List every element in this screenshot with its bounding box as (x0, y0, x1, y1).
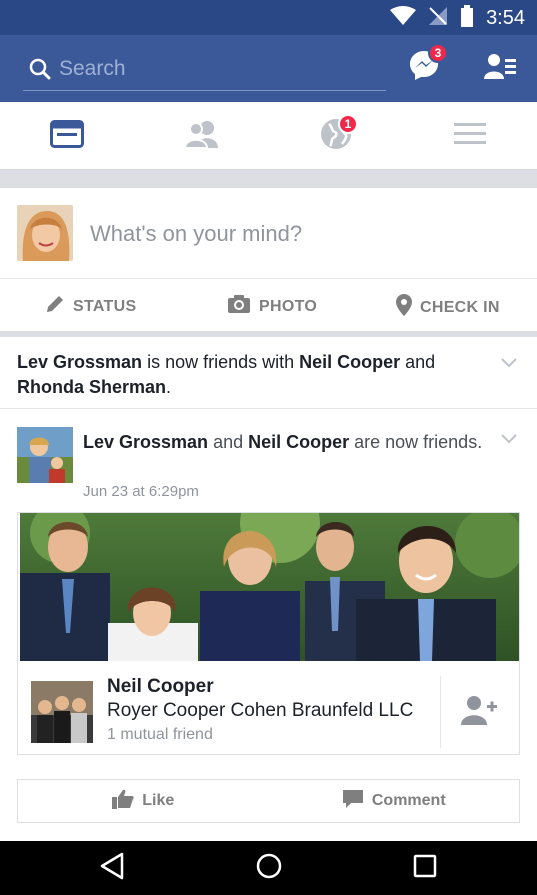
status-label: STATUS (73, 297, 137, 315)
search-input[interactable]: Search (23, 47, 386, 91)
post-timestamp[interactable]: Jun 23 at 6:29pm (83, 483, 199, 500)
clock: 3:54 (486, 6, 525, 29)
feed-story[interactable]: Lev Grossman is now friends with Neil Co… (0, 337, 537, 409)
location-pin-icon (396, 294, 412, 321)
search-placeholder: Search (59, 56, 126, 80)
status-composer-input[interactable]: What's on your mind? (90, 221, 302, 247)
post-connector: are now friends. (349, 432, 483, 452)
friend-name[interactable]: Neil Cooper (299, 352, 400, 372)
story-connector: is now friends with (142, 352, 300, 372)
mutual-friends[interactable]: 1 mutual friend (107, 726, 213, 744)
post-actions: Like Comment (17, 779, 520, 823)
thumbs-up-icon (112, 789, 134, 814)
add-friend-icon (461, 696, 497, 729)
home-button[interactable] (252, 851, 286, 885)
actor-name[interactable]: Lev Grossman (83, 432, 208, 452)
tab-menu[interactable] (450, 116, 490, 156)
back-icon (99, 852, 125, 885)
messenger-badge: 3 (428, 43, 448, 63)
hamburger-icon (454, 122, 486, 151)
status-button[interactable]: STATUS (45, 294, 136, 319)
wifi-icon (390, 5, 417, 31)
post-connector: and (208, 432, 249, 452)
like-label: Like (142, 792, 175, 809)
friends-icon (183, 120, 220, 153)
notifications-badge: 1 (338, 114, 358, 134)
check-in-button[interactable]: CHECK IN (396, 294, 500, 321)
chevron-down-icon[interactable] (501, 355, 517, 368)
avatar (17, 205, 73, 261)
actor-name[interactable]: Lev Grossman (17, 352, 142, 372)
avatar[interactable] (17, 427, 73, 483)
friend-requests-icon (484, 54, 516, 85)
composer-divider (0, 278, 537, 279)
system-nav-bar (0, 841, 537, 895)
recents-button[interactable] (408, 851, 442, 885)
friend-card[interactable]: Neil Cooper Royer Cooper Cohen Braunfeld… (17, 512, 520, 755)
photo-label: PHOTO (259, 297, 318, 315)
recents-icon (413, 854, 437, 883)
cover-photo[interactable] (20, 513, 519, 661)
news-feed-icon (50, 119, 84, 153)
signal-off-icon (428, 6, 448, 31)
friend-workplace: Royer Cooper Cohen Braunfeld LLC (107, 700, 414, 721)
status-bar: 3:54 (0, 0, 537, 35)
friend-thumbnail[interactable] (31, 681, 93, 743)
card-divider (440, 676, 441, 748)
nav-tabs: 1 (0, 102, 537, 170)
photo-button[interactable]: PHOTO (227, 294, 317, 319)
comment-label: Comment (371, 792, 446, 809)
post-text: Lev Grossman and Neil Cooper are now fri… (83, 430, 483, 455)
section-divider (0, 170, 537, 188)
story-text: Lev Grossman is now friends with Neil Co… (17, 350, 477, 400)
top-bar: Search 3 (0, 35, 537, 102)
add-friend-button[interactable] (461, 695, 497, 727)
story-connector: . (166, 377, 172, 397)
friend-requests-button[interactable] (484, 53, 516, 83)
back-button[interactable] (95, 851, 129, 885)
friend-name[interactable]: Neil Cooper (248, 432, 349, 452)
home-icon (255, 852, 283, 885)
composer: What's on your mind? STATUS PHOTO CHECK … (0, 188, 537, 331)
like-button[interactable]: Like (18, 780, 269, 822)
check-in-label: CHECK IN (420, 298, 500, 316)
messenger-button[interactable]: 3 (408, 43, 448, 85)
tab-news-feed[interactable] (47, 116, 87, 156)
messenger-icon (408, 51, 440, 85)
pencil-icon (45, 294, 65, 319)
comment-icon (342, 789, 364, 814)
friend-name[interactable]: Neil Cooper (107, 676, 214, 698)
feed-post: Lev Grossman and Neil Cooper are now fri… (0, 409, 537, 841)
comment-button[interactable]: Comment (269, 780, 520, 822)
camera-icon (227, 294, 251, 319)
friend-name[interactable]: Rhonda Sherman (17, 377, 166, 397)
tab-notifications[interactable]: 1 (316, 114, 358, 156)
tab-friends[interactable] (182, 116, 222, 156)
story-connector: and (400, 352, 436, 372)
chevron-down-icon[interactable] (501, 431, 517, 444)
battery-icon (460, 4, 474, 32)
search-icon (29, 58, 51, 80)
